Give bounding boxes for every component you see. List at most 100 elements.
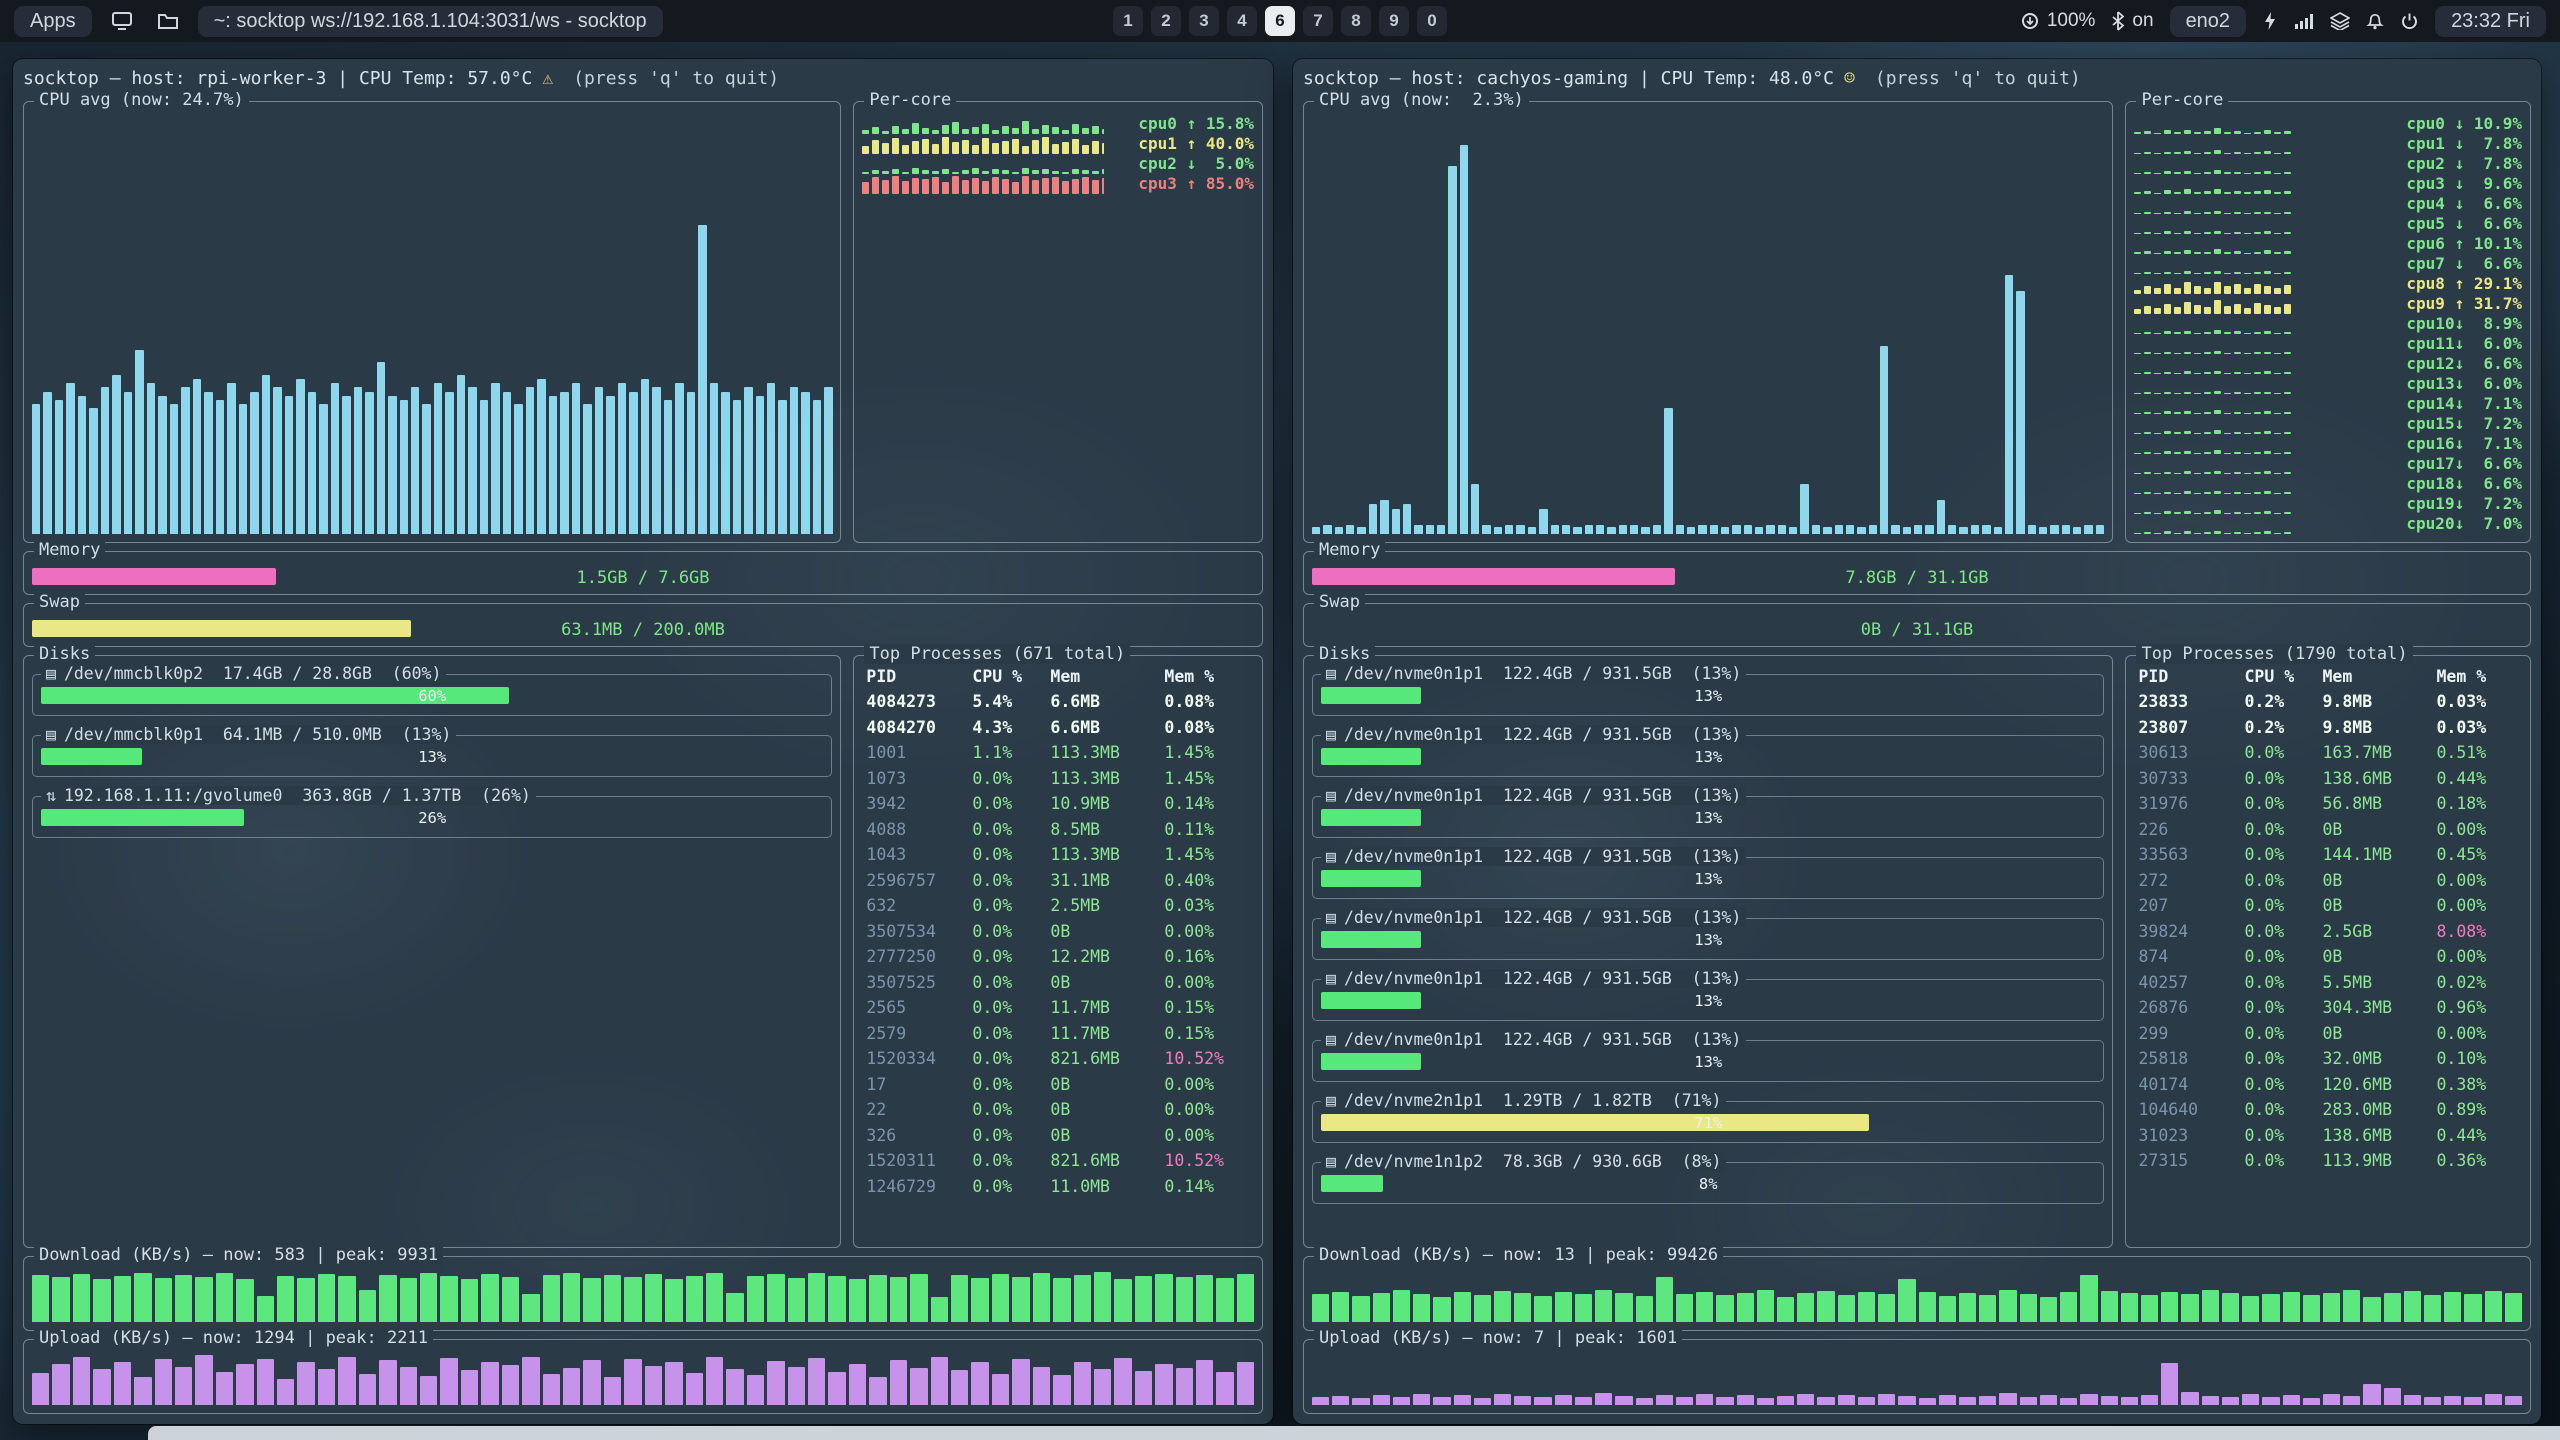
socktop-header: socktop — host: rpi-worker-3 | CPU Temp:… xyxy=(23,65,1263,93)
disk-title: ▤/dev/nvme0n1p1 122.4GB / 931.5GB (13%) xyxy=(1321,908,1746,927)
volume-indicator[interactable]: 100% xyxy=(2020,10,2096,32)
chart-bar xyxy=(645,1366,662,1405)
terminal-window-cachyos-gaming[interactable]: socktop — host: cachyos-gaming | CPU Tem… xyxy=(1293,59,2541,1424)
chart-bar xyxy=(543,1275,560,1322)
process-value: 0.0% xyxy=(972,1176,1038,1198)
download-title: Download (KB/s) — now: 583 | peak: 9931 xyxy=(34,1245,443,1265)
chart-bar xyxy=(1471,484,1479,534)
chart-bar xyxy=(2464,1397,2481,1405)
disk-item: ▤/dev/nvme0n1p1 122.4GB / 931.5GB (13%)1… xyxy=(1312,979,2104,1021)
disk-title: ▤/dev/nvme0n1p1 122.4GB / 931.5GB (13%) xyxy=(1321,664,1746,683)
workspace-button-0[interactable]: 0 xyxy=(1417,6,1447,36)
download-panel: Download (KB/s) — now: 13 | peak: 99426 xyxy=(1303,1256,2531,1331)
core-label: cpu9 ↑ 31.7% xyxy=(2380,294,2522,314)
workspace-button-3[interactable]: 3 xyxy=(1189,6,1219,36)
spark-bar xyxy=(2194,305,2201,314)
spark-bar xyxy=(1002,126,1009,134)
chart-bar xyxy=(971,1278,988,1322)
power-icon xyxy=(2400,12,2419,31)
spark-bar xyxy=(902,145,909,154)
workspace-button-4[interactable]: 4 xyxy=(1227,6,1257,36)
workspace-button-6[interactable]: 6 xyxy=(1265,6,1295,36)
core-row: cpu2 ↓ 7.8% xyxy=(2134,154,2522,174)
workspace-button-7[interactable]: 7 xyxy=(1303,6,1333,36)
spark-bar xyxy=(1092,180,1099,194)
process-value: 0.15% xyxy=(1164,997,1236,1019)
chart-bar xyxy=(2020,1397,2037,1405)
chart-bar xyxy=(1094,1272,1111,1322)
notifications[interactable] xyxy=(2366,11,2384,31)
workspace-button-1[interactable]: 1 xyxy=(1113,6,1143,36)
process-value: 0.0% xyxy=(2244,997,2310,1019)
chart-bar xyxy=(2202,1290,2219,1322)
process-pid: 3507534 xyxy=(866,921,960,943)
layers-indicator[interactable] xyxy=(2330,12,2350,30)
chart-bar xyxy=(1012,1359,1029,1405)
power-profile[interactable] xyxy=(2262,11,2278,31)
chart-bar xyxy=(1857,527,1865,533)
spark-bar xyxy=(2174,533,2181,534)
chart-bar xyxy=(606,396,614,534)
workspace-button-9[interactable]: 9 xyxy=(1379,6,1409,36)
chart-bar xyxy=(2060,1398,2077,1405)
apps-button[interactable]: Apps xyxy=(14,6,92,37)
process-pid: 104640 xyxy=(2138,1099,2232,1121)
spark-bar xyxy=(862,146,869,154)
chart-bar xyxy=(1817,1397,1834,1405)
chart-bar xyxy=(1994,527,2002,533)
process-value: 0.44% xyxy=(2436,768,2508,790)
disks-title: Disks xyxy=(1314,644,1375,664)
monitor-icon[interactable] xyxy=(106,5,138,37)
chart-bar xyxy=(114,1362,131,1405)
spark-bar xyxy=(892,126,899,134)
chart-bar xyxy=(1053,1278,1070,1322)
chart-bar xyxy=(1716,1397,1733,1405)
chart-bar xyxy=(992,1274,1009,1322)
cpu-avg-title: CPU avg (now: 2.3%) xyxy=(1314,90,1529,110)
chart-bar xyxy=(66,383,74,533)
network-interface[interactable]: eno2 xyxy=(2170,6,2247,37)
workspace-button-8[interactable]: 8 xyxy=(1341,6,1371,36)
process-value: 0.03% xyxy=(2436,717,2508,739)
chart-bar xyxy=(1891,525,1899,533)
memory-title: Memory xyxy=(1314,540,1385,560)
disk-title: ⇅192.168.1.11:/gvolume0 363.8GB / 1.37TB… xyxy=(41,786,536,805)
core-history-sparkline xyxy=(2134,134,2372,154)
process-value: 0.14% xyxy=(1164,793,1236,815)
chart-bar xyxy=(411,387,419,533)
folder-icon[interactable] xyxy=(152,5,184,37)
chart-bar xyxy=(869,1275,886,1322)
chart-bar xyxy=(400,400,408,534)
disk-icon: ▤ xyxy=(1326,969,1336,988)
power-menu[interactable] xyxy=(2400,12,2419,31)
chart-bar xyxy=(1074,1362,1091,1405)
terminal-window-rpi-worker-3[interactable]: socktop — host: rpi-worker-3 | CPU Temp:… xyxy=(13,59,1273,1424)
spark-bar xyxy=(882,180,889,194)
process-value: 0.0% xyxy=(2244,844,2310,866)
bluetooth-indicator[interactable]: on xyxy=(2111,10,2153,32)
spark-bar xyxy=(1042,125,1049,134)
upload-panel: Upload (KB/s) — now: 7 | peak: 1601 xyxy=(1303,1339,2531,1414)
signal-indicator[interactable] xyxy=(2294,12,2314,30)
chart-bar xyxy=(1413,1394,1430,1405)
chart-bar xyxy=(2303,1295,2320,1323)
disk-usage-text: /dev/nvme0n1p1 122.4GB / 931.5GB (13%) xyxy=(1344,786,1741,805)
process-pid: 31023 xyxy=(2138,1125,2232,1147)
clock[interactable]: 23:32 Fri xyxy=(2435,6,2546,37)
chart-bar xyxy=(747,1375,764,1405)
process-pid: 40174 xyxy=(2138,1074,2232,1096)
spark-bar xyxy=(2184,282,2191,294)
process-pid: 1520311 xyxy=(866,1150,960,1172)
chart-bar xyxy=(1878,1394,1895,1405)
window-title-tab[interactable]: ~: socktop ws://192.168.1.104:3031/ws - … xyxy=(198,6,663,37)
process-value: 0.0% xyxy=(972,844,1038,866)
chart-bar xyxy=(2084,525,2092,533)
chart-bar xyxy=(1474,1398,1491,1405)
process-value: 2.5GB xyxy=(2322,921,2424,943)
workspace-button-2[interactable]: 2 xyxy=(1151,6,1181,36)
disk-percent-label: 60% xyxy=(33,687,831,705)
spark-bar xyxy=(1062,181,1069,194)
disk-item: ▤/dev/mmcblk0p1 64.1MB / 510.0MB (13%)13… xyxy=(32,735,832,777)
chart-bar xyxy=(1835,525,1843,533)
process-value: 0.00% xyxy=(1164,972,1236,994)
